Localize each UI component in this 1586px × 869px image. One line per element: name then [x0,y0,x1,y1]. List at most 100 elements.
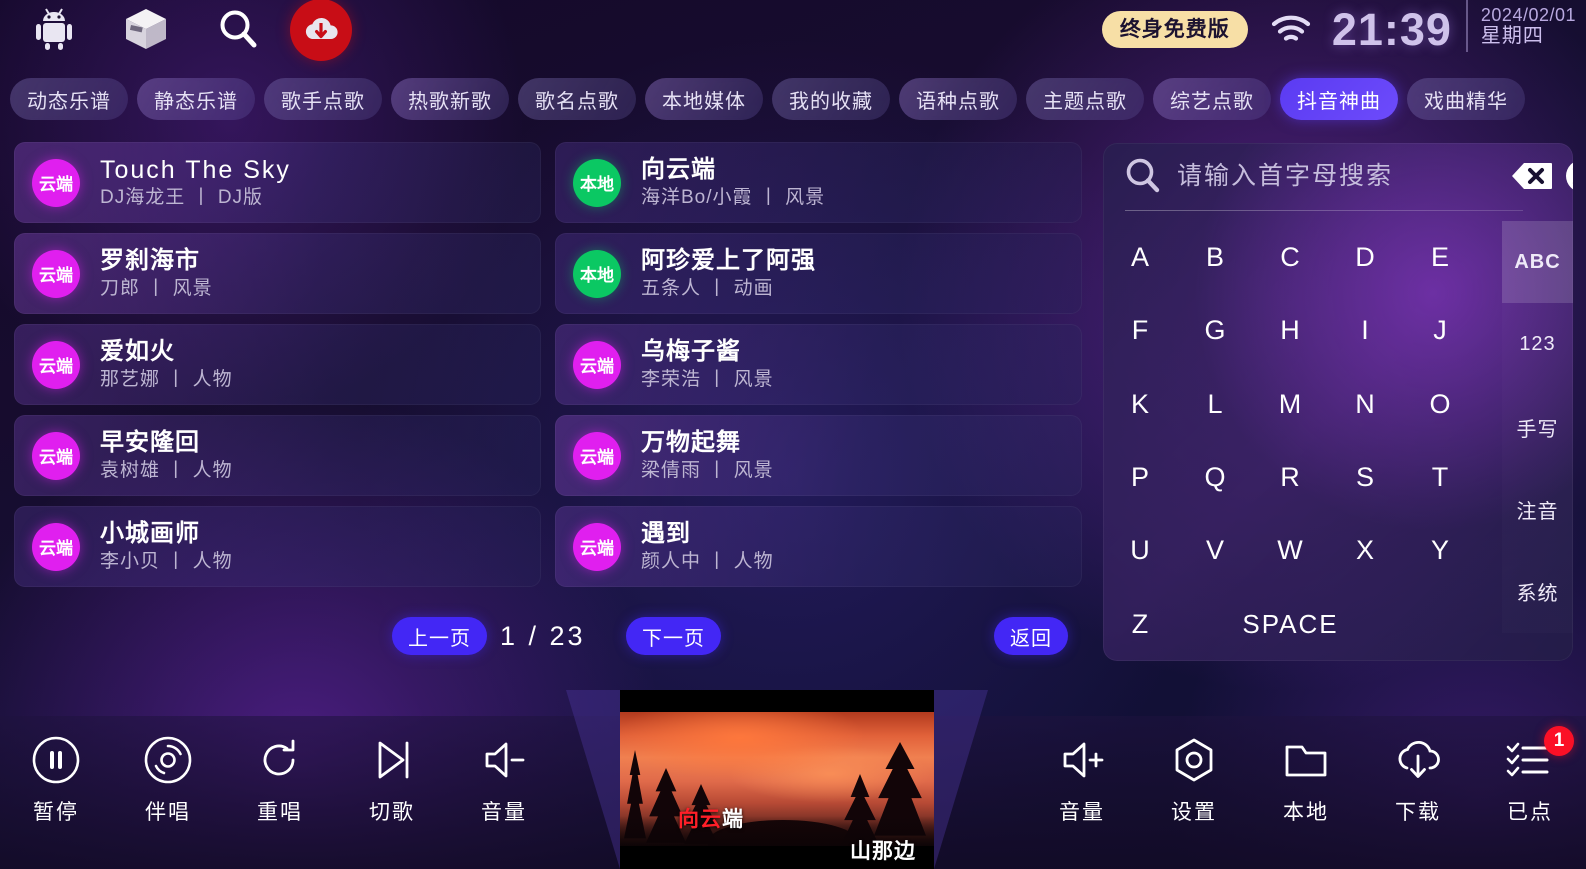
source-badge: 云端 [573,522,621,571]
key-y[interactable]: Y [1403,514,1478,587]
song-subtitle: 颜人中 丨 人物 [641,551,774,572]
key-o[interactable]: O [1403,368,1478,441]
skip-song-button[interactable]: 切歌 [336,734,448,826]
song-title: 早安隆回 [100,429,200,456]
table-row[interactable]: 云端 爱如火 那艺娜 丨 人物 [14,324,541,405]
replay-label: 重唱 [257,801,303,824]
table-row[interactable]: 云端 乌梅子酱 李荣浩 丨 风景 [555,324,1082,405]
song-column-right: 本地 向云端 海洋Bo/小霞 丨 风景 本地 阿珍爱上了阿强 五条人 丨 动画 … [555,142,1082,597]
table-row[interactable]: 云端 遇到 颜人中 丨 人物 [555,506,1082,587]
tab-yuzhongdiange[interactable]: 语种点歌 [899,78,1017,120]
playback-controls: 暂停 伴唱 重唱 切歌 音量 [0,734,600,826]
table-row[interactable]: 云端 罗刹海市 刀郎 丨 风景 [14,233,541,314]
tab-geshoudiange[interactable]: 歌手点歌 [264,78,382,120]
key-f[interactable]: F [1103,294,1178,367]
key-m[interactable]: M [1253,368,1328,441]
meta-separator: 丨 [166,369,187,390]
android-icon[interactable] [8,1,100,57]
key-k[interactable]: K [1103,368,1178,441]
cloud-download-icon[interactable] [290,0,352,61]
key-c[interactable]: C [1253,221,1328,294]
key-i[interactable]: I [1328,294,1403,367]
mode-abc[interactable]: ABC [1502,221,1573,304]
local-button[interactable]: 本地 [1250,734,1362,826]
tab-dongtaiyuepu[interactable]: 动态乐谱 [10,78,128,120]
accompaniment-button[interactable]: 伴唱 [112,734,224,826]
key-a[interactable]: A [1103,221,1178,294]
song-subtitle: 梁倩雨 丨 风景 [641,460,774,481]
song-title: 向云端 [641,156,716,183]
pagination-bar: 上一页 1 / 23 下一页 返回 [0,617,1090,661]
key-t[interactable]: T [1403,441,1478,514]
key-u[interactable]: U [1103,514,1178,587]
sunset-scene [620,712,934,846]
tab-wodeshoucang[interactable]: 我的收藏 [772,78,890,120]
mode-zhuyin[interactable]: 注音 [1502,468,1573,551]
key-n[interactable]: N [1328,368,1403,441]
search-input[interactable] [1177,161,1499,191]
volume-down-button[interactable]: 音量 [448,734,560,826]
key-s[interactable]: S [1328,441,1403,514]
source-badge: 云端 [32,431,80,480]
tab-douyinshenqu[interactable]: 抖音神曲 [1280,78,1398,120]
key-d[interactable]: D [1328,221,1403,294]
search-keyboard-panel: A B C D E F G H I J K L M N O P Q R S T … [1103,143,1573,661]
tab-regexinge[interactable]: 热歌新歌 [391,78,509,120]
tab-gemingdiange[interactable]: 歌名点歌 [518,78,636,120]
key-l[interactable]: L [1178,368,1253,441]
key-g[interactable]: G [1178,294,1253,367]
settings-button[interactable]: 设置 [1138,734,1250,826]
song-subtitle: 李荣浩 丨 风景 [641,369,774,390]
meta-separator: 丨 [146,278,167,299]
tab-bendimeiti[interactable]: 本地媒体 [645,78,763,120]
backspace-icon[interactable] [1511,161,1553,191]
key-x[interactable]: X [1328,514,1403,587]
queue-button[interactable]: 1 已点 [1474,726,1586,826]
pause-button[interactable]: 暂停 [0,734,112,826]
table-row[interactable]: 本地 向云端 海洋Bo/小霞 丨 风景 [555,142,1082,223]
key-p[interactable]: P [1103,441,1178,514]
volume-up-button[interactable]: 音量 [1026,734,1138,826]
key-h[interactable]: H [1253,294,1328,367]
tab-zhutidiange[interactable]: 主题点歌 [1026,78,1144,120]
key-w[interactable]: W [1253,514,1328,587]
key-v[interactable]: V [1178,514,1253,587]
song-category: DJ版 [217,187,264,208]
lyric-line-current: 向云端 [678,803,744,833]
key-r[interactable]: R [1253,441,1328,514]
tab-jingtaiyuepu[interactable]: 静态乐谱 [137,78,255,120]
song-subtitle: 海洋Bo/小霞 丨 风景 [641,187,825,208]
mode-123[interactable]: 123 [1502,303,1573,386]
key-space[interactable]: SPACE [1178,588,1403,661]
source-badge: 本地 [573,158,621,207]
prev-page-button[interactable]: 上一页 [392,617,487,655]
tab-xiqujinghua[interactable]: 戏曲精华 [1407,78,1525,120]
video-preview[interactable]: 向云端 山那边 [566,690,988,869]
table-row[interactable]: 云端 Touch The Sky DJ海龙王 丨 DJ版 [14,142,541,223]
meta-separator: 丨 [191,187,212,208]
table-row[interactable]: 云端 万物起舞 梁倩雨 丨 风景 [555,415,1082,496]
back-button[interactable]: 返回 [994,617,1068,655]
search-icon[interactable] [192,1,284,57]
box-icon[interactable] [100,1,192,57]
key-z[interactable]: Z [1103,588,1178,661]
download-button[interactable]: 下载 [1362,734,1474,826]
mode-handwriting[interactable]: 手写 [1502,385,1573,469]
system-controls: 音量 设置 本地 下载 1 已点 [960,726,1586,826]
table-row[interactable]: 云端 早安隆回 袁树雄 丨 人物 [14,415,541,496]
mode-system[interactable]: 系统 [1502,550,1573,634]
song-title: 罗刹海市 [100,247,200,274]
table-row[interactable]: 云端 小城画师 李小贝 丨 人物 [14,506,541,587]
next-page-button[interactable]: 下一页 [626,617,721,655]
key-q[interactable]: Q [1178,441,1253,514]
tab-zongyidiange[interactable]: 综艺点歌 [1153,78,1271,120]
key-e[interactable]: E [1403,221,1478,294]
key-b[interactable]: B [1178,221,1253,294]
song-title: 阿珍爱上了阿强 [641,247,816,274]
table-row[interactable]: 本地 阿珍爱上了阿强 五条人 丨 动画 [555,233,1082,314]
key-j[interactable]: J [1403,294,1478,367]
pause-label: 暂停 [33,801,79,824]
close-icon[interactable] [1565,159,1573,193]
meta-separator: 丨 [166,460,187,481]
replay-button[interactable]: 重唱 [224,734,336,826]
